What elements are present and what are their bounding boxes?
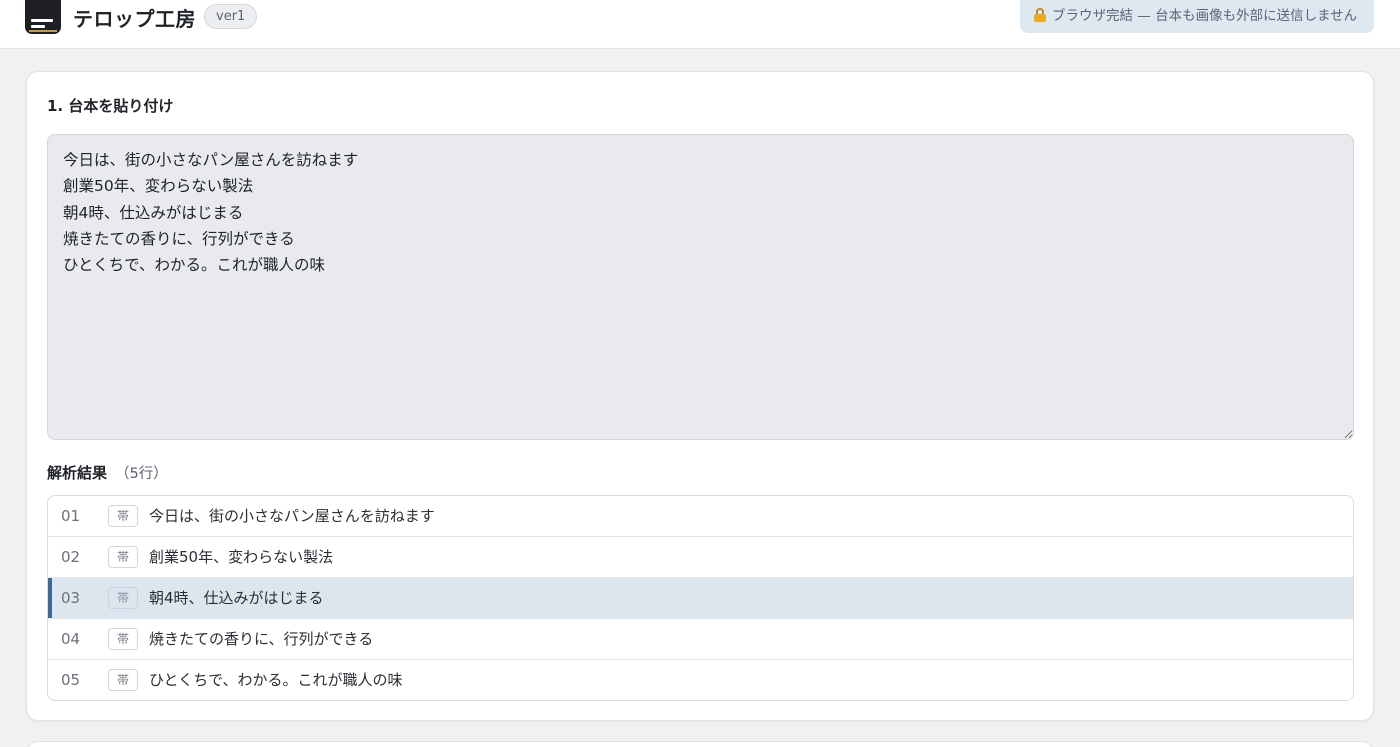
result-row[interactable]: 03 帯朝4時、仕込みがはじまる bbox=[48, 578, 1353, 619]
result-row[interactable]: 01 帯今日は、街の小さなパン屋さんを訪ねます bbox=[48, 496, 1353, 537]
row-number: 02 bbox=[61, 548, 81, 566]
row-text: 焼きたての香りに、行列ができる bbox=[149, 630, 374, 648]
privacy-notice: ブラウザ完結 — 台本も画像も外部に送信しません bbox=[1020, 0, 1374, 33]
result-row[interactable]: 05 帯ひとくちで、わかる。これが職人の味 bbox=[48, 660, 1353, 700]
row-number: 05 bbox=[61, 671, 81, 689]
app-header: テロップ工房 ver1 ブラウザ完結 — 台本も画像も外部に送信しません bbox=[0, 0, 1400, 49]
telop-type-tag[interactable]: 帯 bbox=[108, 669, 138, 691]
analysis-result-list: 01 帯今日は、街の小さなパン屋さんを訪ねます 02 帯創業50年、変わらない製法 03… bbox=[47, 495, 1354, 701]
result-row[interactable]: 04 帯焼きたての香りに、行列ができる bbox=[48, 619, 1353, 660]
row-text: 今日は、街の小さなパン屋さんを訪ねます bbox=[149, 507, 435, 525]
telop-type-tag[interactable]: 帯 bbox=[108, 505, 138, 527]
line-count: （5行） bbox=[115, 466, 168, 482]
analysis-result-heading: 解析結果 （5行） bbox=[47, 462, 168, 483]
row-number: 04 bbox=[61, 630, 81, 648]
row-number: 01 bbox=[61, 507, 81, 525]
script-input-card: 1. 台本を貼り付け 今日は、街の小さなパン屋さんを訪ねます 創業50年、変わら… bbox=[26, 71, 1374, 721]
row-text: 朝4時、仕込みがはじまる bbox=[149, 589, 324, 607]
telop-type-tag[interactable]: 帯 bbox=[108, 628, 138, 650]
app-title: テロップ工房 bbox=[73, 7, 196, 31]
next-section-card bbox=[26, 741, 1374, 747]
telop-type-tag[interactable]: 帯 bbox=[108, 587, 138, 609]
app-logo-icon bbox=[25, 0, 61, 34]
section-title: 1. 台本を貼り付け bbox=[47, 97, 174, 115]
row-text: ひとくちで、わかる。これが職人の味 bbox=[149, 671, 403, 689]
script-textarea[interactable]: 今日は、街の小さなパン屋さんを訪ねます 創業50年、変わらない製法 朝4時、仕込… bbox=[47, 134, 1354, 440]
row-text: 創業50年、変わらない製法 bbox=[149, 548, 334, 566]
telop-type-tag[interactable]: 帯 bbox=[108, 546, 138, 568]
result-row[interactable]: 02 帯創業50年、変わらない製法 bbox=[48, 537, 1353, 578]
lock-icon bbox=[1034, 8, 1046, 22]
row-number: 03 bbox=[61, 589, 81, 607]
privacy-notice-text: ブラウザ完結 — 台本も画像も外部に送信しません bbox=[1052, 8, 1358, 24]
version-badge: ver1 bbox=[204, 4, 258, 29]
analysis-result-title: 解析結果 bbox=[47, 464, 108, 482]
